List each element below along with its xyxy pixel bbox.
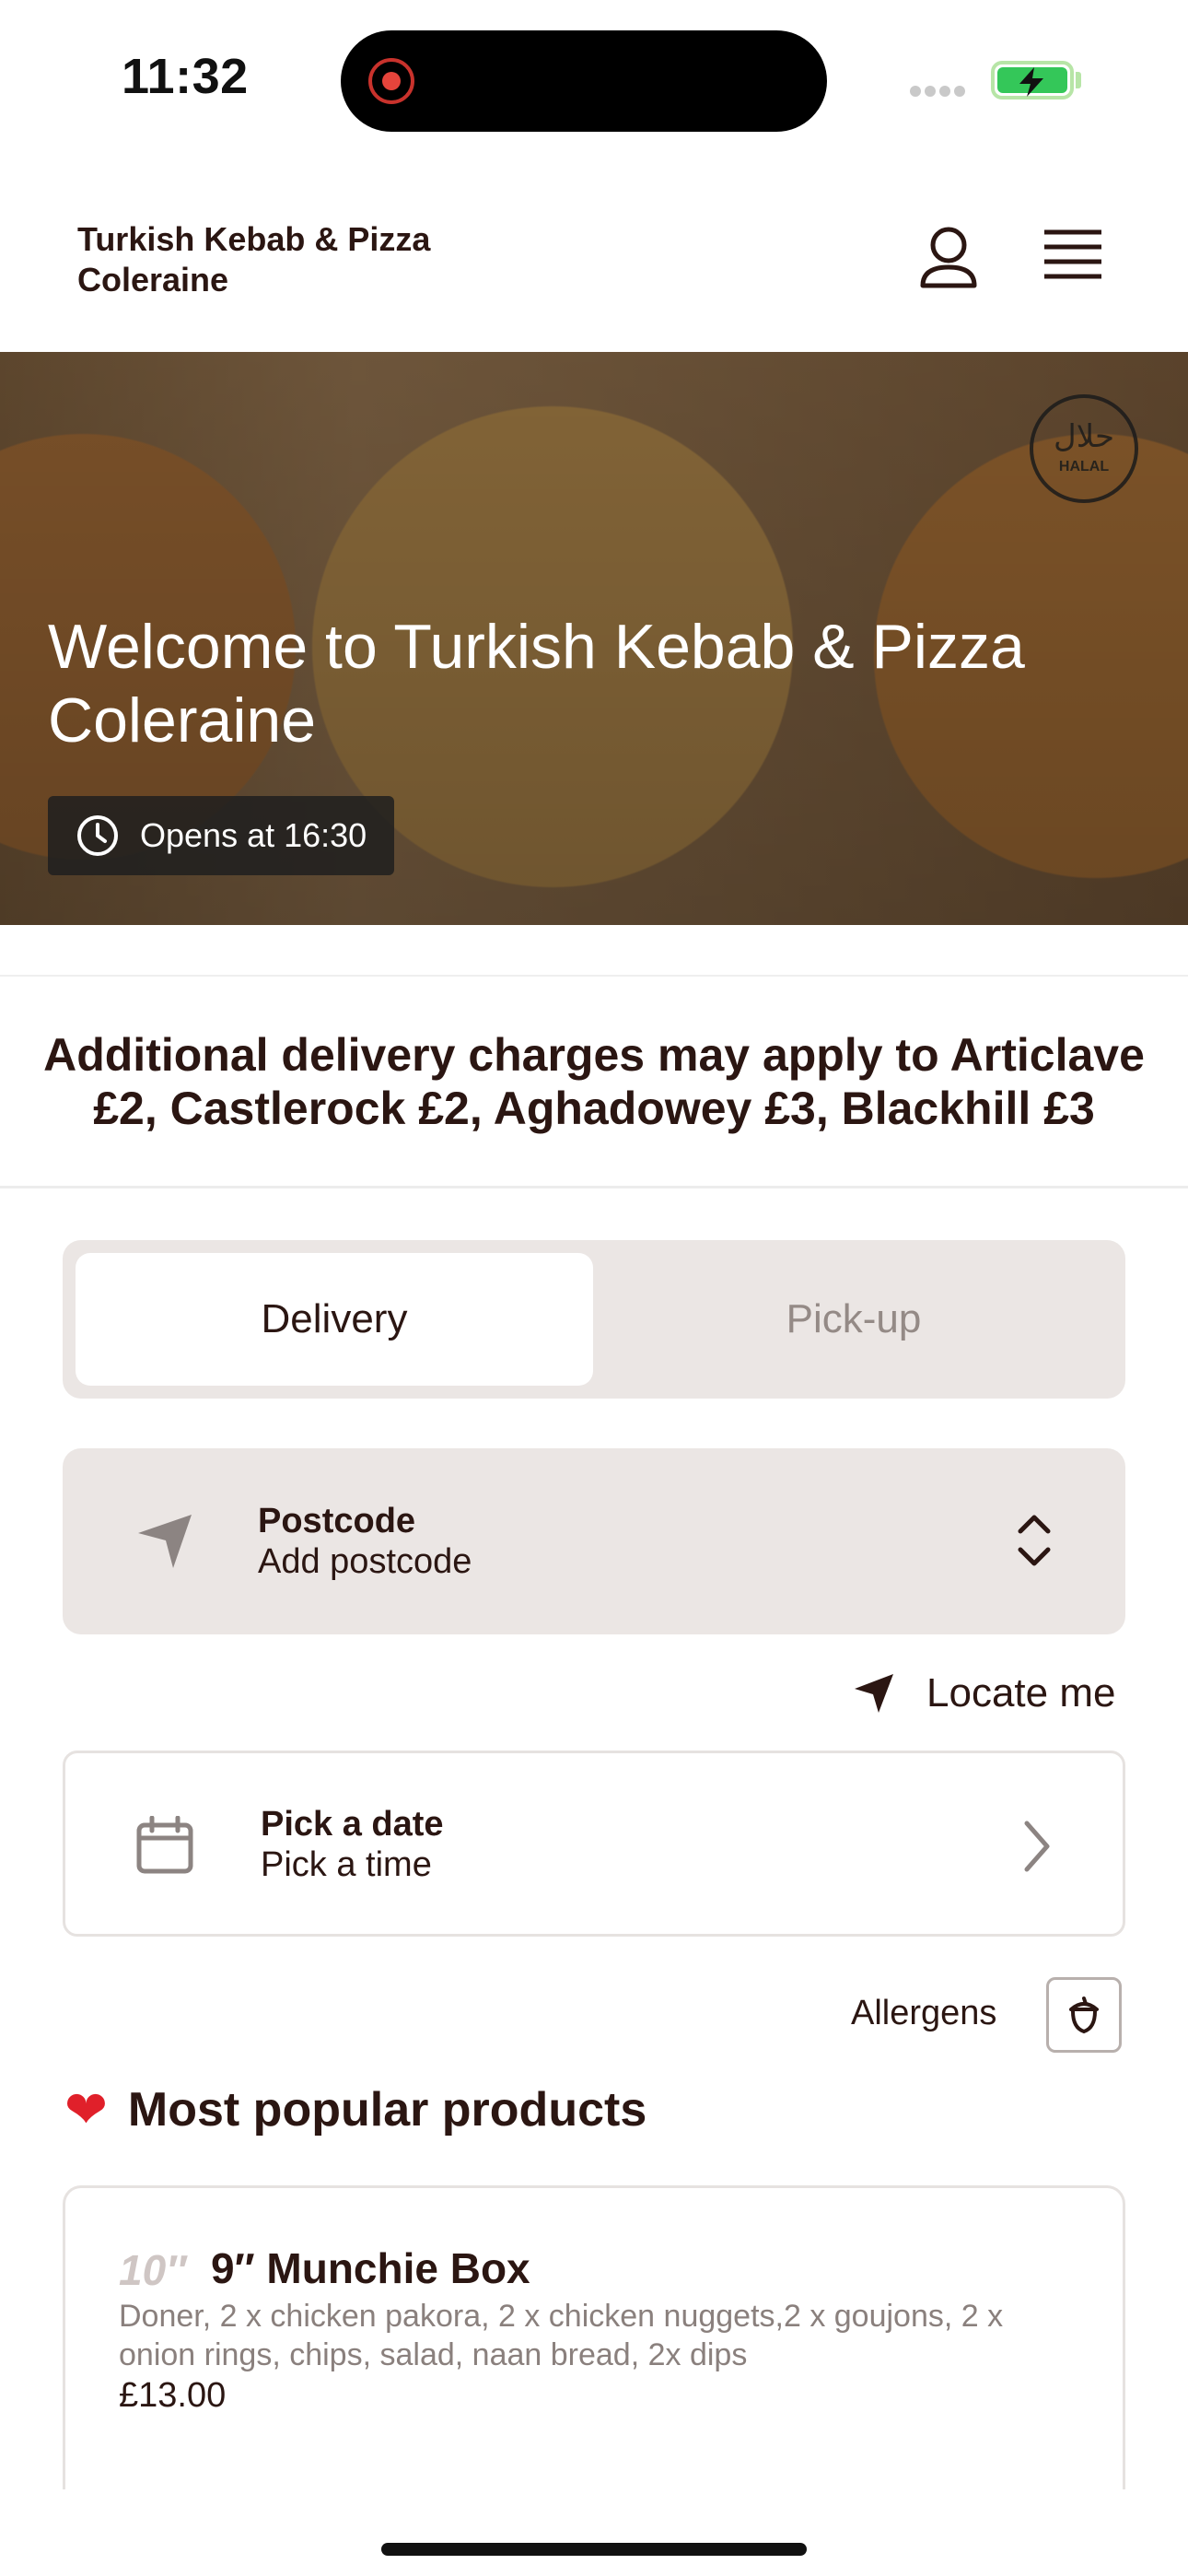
order-type-toggle: Delivery Pick-up	[63, 1240, 1125, 1399]
hamburger-icon	[1044, 229, 1101, 279]
schedule-selector[interactable]: Pick a date Pick a time	[63, 1751, 1125, 1937]
battery-icon	[991, 61, 1074, 100]
tab-pickup[interactable]: Pick-up	[595, 1253, 1112, 1386]
location-arrow-icon	[855, 1674, 893, 1713]
product-size-badge: 10″	[119, 2246, 187, 2294]
halal-badge-icon: حلال HALAL	[1030, 394, 1138, 503]
battery-cap	[1076, 72, 1081, 88]
delivery-notice: Additional delivery charges may apply to…	[0, 975, 1188, 1188]
postcode-selector[interactable]: Postcode Add postcode	[63, 1448, 1125, 1634]
user-icon	[920, 227, 977, 288]
opening-hours-badge: Opens at 16:30	[48, 796, 395, 875]
acorn-icon	[1069, 1996, 1099, 2034]
allergens-button[interactable]	[1046, 1977, 1122, 2053]
brand-title[interactable]: Turkish Kebab & Pizza Coleraine	[77, 219, 446, 300]
allergens-label[interactable]: Allergens	[851, 1994, 996, 2033]
site-header: Turkish Kebab & Pizza Coleraine	[0, 157, 1188, 352]
menu-button[interactable]	[1041, 223, 1105, 287]
postcode-value: Add postcode	[258, 1542, 472, 1581]
signal-icon	[910, 85, 973, 98]
navigation-arrow-icon	[138, 1515, 192, 1568]
delivery-notice-text: Additional delivery charges may apply to…	[43, 1029, 1145, 1134]
tab-delivery[interactable]: Delivery	[76, 1253, 593, 1386]
account-button[interactable]	[912, 221, 985, 295]
status-time: 11:32	[122, 49, 249, 104]
postcode-label: Postcode	[258, 1502, 416, 1540]
chevron-right-icon	[1024, 1821, 1050, 1872]
time-label: Pick a time	[261, 1845, 432, 1884]
heart-icon: ❤	[64, 2080, 108, 2138]
popular-title-text: Most popular products	[127, 2083, 647, 2137]
calendar-icon	[136, 1816, 193, 1874]
chevron-up-down-icon	[1018, 1515, 1051, 1566]
hero-title: Welcome to Turkish Kebab & Pizza Colerai…	[48, 612, 1025, 755]
date-label: Pick a date	[261, 1805, 444, 1844]
product-name: 9″ Munchie Box	[211, 2244, 530, 2292]
hero-banner: حلال HALAL Welcome to Turkish Kebab & Pi…	[0, 352, 1188, 925]
product-description: Doner, 2 x chicken pakora, 2 x chicken n…	[119, 2299, 1004, 2372]
dynamic-island	[341, 30, 827, 132]
opening-hours-text: Opens at 16:30	[140, 816, 367, 854]
locate-me-label: Locate me	[926, 1670, 1116, 1715]
product-card[interactable]: 10″ 9″ Munchie Box Doner, 2 x chicken pa…	[63, 2185, 1125, 2489]
product-price: £13.00	[119, 2376, 227, 2415]
clock-icon	[77, 815, 118, 856]
status-bar: 11:32	[0, 0, 1188, 157]
locate-me-button[interactable]: Locate me	[853, 1666, 1115, 1721]
recording-indicator-icon	[368, 58, 414, 104]
popular-section-title: ❤ Most popular products	[64, 2073, 646, 2147]
home-indicator	[381, 2543, 807, 2556]
